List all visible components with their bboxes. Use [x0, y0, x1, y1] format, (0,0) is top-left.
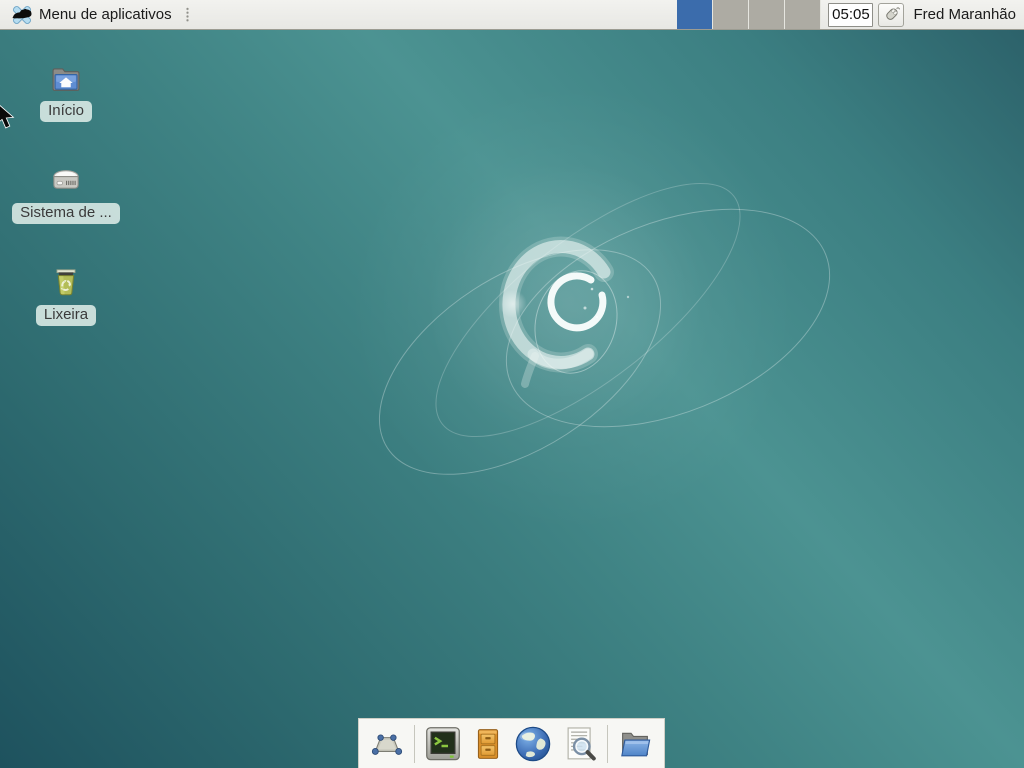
file-cabinet-icon [471, 725, 505, 763]
workspace-switcher [677, 0, 821, 29]
show-desktop-button[interactable] [368, 727, 406, 761]
dock-separator [607, 725, 608, 763]
dock-separator [414, 725, 415, 763]
panel-handle[interactable] [185, 7, 190, 22]
application-finder-button[interactable] [561, 724, 599, 764]
debian-swirl-wallpaper [0, 0, 1024, 768]
user-menu[interactable]: Fred Maranhão [913, 6, 1016, 23]
desktop-icon-label: Lixeira [36, 305, 96, 326]
clock-time: 05:05 [832, 6, 870, 23]
applications-menu-button[interactable]: Menu de aplicativos [6, 1, 176, 29]
workspace-3[interactable] [749, 0, 785, 29]
hard-drive-icon [48, 164, 84, 198]
file-manager-folder-icon [616, 726, 654, 762]
terminal-icon [423, 724, 463, 764]
terminal-button[interactable] [423, 724, 463, 764]
action-button[interactable] [878, 3, 904, 27]
file-manager-button[interactable] [616, 726, 654, 762]
applications-menu-label: Menu de aplicativos [39, 6, 172, 23]
file-cabinet-button[interactable] [471, 725, 505, 763]
clock: 05:05 [828, 3, 873, 27]
top-panel: Menu de aplicativos 05:05 Fred Maranhão [0, 0, 1024, 30]
mouse-cursor [0, 102, 17, 130]
workspace-2[interactable] [713, 0, 749, 29]
desktop-icon-filesystem[interactable]: Sistema de ... [16, 162, 116, 224]
mouse-icon [882, 5, 901, 24]
xfce-logo-icon [10, 3, 34, 27]
workspace-4[interactable] [785, 0, 821, 29]
show-desktop-icon [368, 727, 406, 761]
web-browser-button[interactable] [513, 724, 553, 764]
trash-icon [49, 264, 83, 300]
desktop-icon-home[interactable]: Início [16, 60, 116, 122]
desktop-icon-label: Início [40, 101, 92, 122]
workspace-1[interactable] [677, 0, 713, 29]
desktop-icon-label: Sistema de ... [12, 203, 120, 224]
application-finder-icon [561, 724, 599, 764]
home-folder-icon [48, 62, 84, 96]
desktop-icon-trash[interactable]: Lixeira [16, 264, 116, 326]
web-browser-globe-icon [513, 724, 553, 764]
dock-panel [358, 718, 665, 768]
